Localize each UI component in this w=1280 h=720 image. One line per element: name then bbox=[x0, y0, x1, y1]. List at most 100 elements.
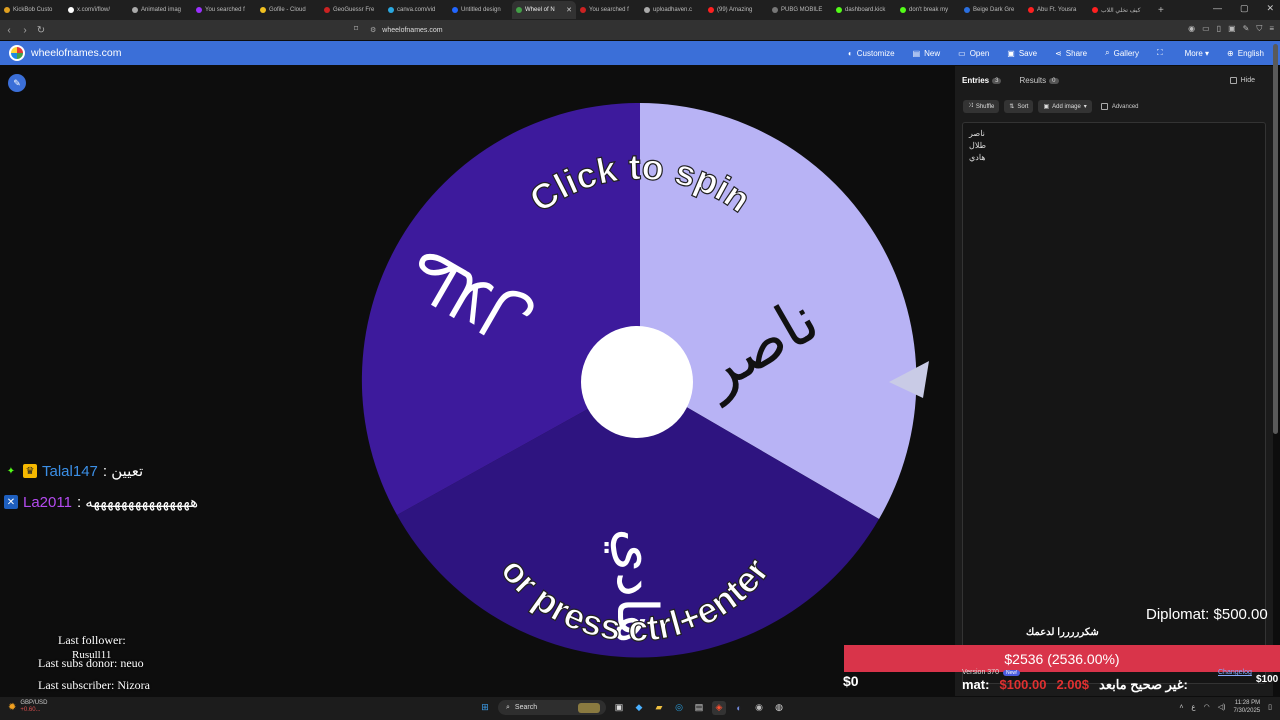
url-field[interactable]: ⚙ wheelofnames.com bbox=[370, 24, 870, 36]
flame-icon: ✹ bbox=[8, 701, 17, 713]
copilot-icon[interactable]: ◆ bbox=[632, 701, 646, 715]
extension-icon[interactable]: ✎ bbox=[1243, 24, 1250, 34]
tab-label: Abu Ft. Yousra bbox=[1037, 7, 1077, 13]
shield-icon[interactable]: ⛉ bbox=[1256, 24, 1262, 34]
menu-save-button[interactable]: ▣ Save bbox=[1007, 49, 1037, 58]
wheel-logo-icon[interactable] bbox=[9, 45, 25, 61]
sort-button[interactable]: ⇅ Sort bbox=[1004, 100, 1034, 113]
shuffle-button[interactable]: ⤨ Shuffle bbox=[963, 100, 1000, 113]
forward-icon[interactable]: › bbox=[18, 25, 32, 36]
advanced-checkbox[interactable]: Advanced bbox=[1100, 103, 1139, 110]
save-icon: ▣ bbox=[1007, 48, 1015, 58]
ticker-text: غير صحيح مابعد: bbox=[1099, 677, 1188, 692]
tab-entries-label: Entries bbox=[962, 76, 990, 85]
extension-icon[interactable]: ◉ bbox=[1188, 24, 1195, 34]
tab-favicon-icon bbox=[196, 7, 202, 13]
edge-icon[interactable]: ◎ bbox=[672, 701, 686, 715]
reload-icon[interactable]: ↻ bbox=[34, 25, 48, 36]
search-icon: ⌕ bbox=[1105, 48, 1110, 57]
pencil-icon: ✎ bbox=[13, 77, 21, 88]
taskbar-search[interactable]: ⌕ Search bbox=[498, 700, 606, 715]
volume-icon[interactable]: ◁) bbox=[1218, 703, 1226, 711]
site-header: wheelofnames.com ◐ Customize ▤ New ▭ Open ▣ Sav… bbox=[0, 41, 1280, 65]
minimize-icon[interactable]: — bbox=[1213, 3, 1222, 14]
sort-label: Sort bbox=[1017, 103, 1029, 110]
menu-new-button[interactable]: ▤ New bbox=[913, 49, 941, 58]
browser-tab[interactable]: dashboard.kick bbox=[832, 1, 896, 19]
site-info-icon[interactable]: ⚙ bbox=[370, 26, 376, 34]
new-badge: New! bbox=[1002, 669, 1021, 676]
obs-icon[interactable]: ◍ bbox=[772, 701, 786, 715]
browser-tab[interactable]: Gofile - Cloud bbox=[256, 1, 320, 19]
browser-tab[interactable]: PUBG MOBILE bbox=[768, 1, 832, 19]
browser-tab[interactable]: canva.com/vid bbox=[384, 1, 448, 19]
widget-ticker[interactable]: ✹ GBP/USD +0.60... bbox=[8, 700, 47, 714]
browser-tab[interactable]: uploadhaven.c bbox=[640, 1, 704, 19]
add-image-button[interactable]: ▣ Add image ▾ bbox=[1038, 100, 1092, 113]
new-tab-icon[interactable]: + bbox=[1158, 5, 1164, 16]
page-scrollbar[interactable] bbox=[1273, 44, 1278, 434]
menu-open-button[interactable]: ▭ Open bbox=[958, 49, 989, 58]
menu-label: Share bbox=[1065, 48, 1088, 58]
windows-start-icon[interactable]: ⊞ bbox=[478, 701, 492, 715]
tab-close-icon[interactable]: ✕ bbox=[566, 6, 572, 14]
browser-tab[interactable]: Untitled design bbox=[448, 1, 512, 19]
system-tray: ˄ ع ◠ ◁) 11:28 PM 7/30/2025 ▯ bbox=[1179, 699, 1272, 715]
wheel[interactable]: ناصر طلال هادي Click to spin or press ct… bbox=[350, 96, 930, 666]
hide-checkbox[interactable]: Hide bbox=[1229, 77, 1255, 84]
tab-results[interactable]: Results 0 bbox=[1019, 76, 1059, 85]
menu-fullscreen-button[interactable]: ⛶ bbox=[1157, 48, 1167, 58]
changelog-link[interactable]: Changelog bbox=[1218, 669, 1252, 676]
browser-tab[interactable]: Animated imag bbox=[128, 1, 192, 19]
tab-favicon-icon bbox=[452, 7, 458, 13]
browser-tab[interactable]: don't break my bbox=[896, 1, 960, 19]
brave-icon[interactable]: ◈ bbox=[712, 700, 726, 715]
close-icon[interactable]: ✕ bbox=[1266, 3, 1274, 14]
menu-english-button[interactable]: ⊕ English bbox=[1227, 49, 1264, 58]
menu-gallery-button[interactable]: ⌕ Gallery bbox=[1105, 48, 1139, 58]
language-icon[interactable]: ع bbox=[1191, 703, 1195, 711]
back-icon[interactable]: ‹ bbox=[2, 25, 16, 36]
wifi-icon[interactable]: ◠ bbox=[1204, 703, 1210, 711]
menu-icon[interactable]: ≡ bbox=[1269, 24, 1274, 34]
shuffle-icon: ⤨ bbox=[968, 103, 973, 109]
tab-favicon-icon bbox=[644, 7, 650, 13]
site-name-link[interactable]: wheelofnames.com bbox=[31, 47, 121, 59]
maximize-icon[interactable]: ▢ bbox=[1240, 3, 1249, 14]
edit-pencil-button[interactable]: ✎ bbox=[8, 74, 26, 92]
subscriber-badge-icon: ✕ bbox=[4, 495, 18, 509]
extension-icon[interactable]: ▣ bbox=[1228, 24, 1236, 34]
browser-tab[interactable]: Beige Dark Gre bbox=[960, 1, 1024, 19]
extension-icon[interactable]: ▭ bbox=[1202, 24, 1210, 34]
entries-textarea[interactable]: ناصر طلال هادي bbox=[962, 122, 1266, 684]
steam-icon[interactable]: ◉ bbox=[752, 701, 766, 715]
browser-tab[interactable]: Wheel of N ✕ bbox=[512, 1, 576, 19]
bookmark-icon[interactable]: ⌑ bbox=[354, 24, 358, 33]
task-view-icon[interactable]: ▣ bbox=[612, 701, 626, 715]
browser-tab-strip: KickBob Custo x.com/i/flow/Animated imag Y… bbox=[0, 0, 1280, 20]
chevron-up-icon[interactable]: ˄ bbox=[1179, 704, 1183, 711]
browser-tab[interactable]: x.com/i/flow/ bbox=[64, 1, 128, 19]
tab-entries[interactable]: Entries 3 bbox=[962, 76, 1002, 85]
notification-icon[interactable]: ▯ bbox=[1268, 703, 1272, 711]
sidebar-icon[interactable]: ▯ bbox=[1217, 24, 1221, 34]
taskbar: ✹ GBP/USD +0.60... ⊞ ⌕ Search ▣ ◆ ▰ ◎ ▤ … bbox=[0, 697, 1280, 720]
tab-label: Wheel of N bbox=[525, 7, 555, 13]
menu-customize-button[interactable]: ◐ Customize bbox=[848, 49, 895, 58]
browser-tab[interactable]: You searched f bbox=[576, 1, 640, 19]
browser-tab[interactable]: GeoGuessr Fre bbox=[320, 1, 384, 19]
header-menu: ◐ Customize ▤ New ▭ Open ▣ Save ⋖ Share ⌕ Gallery ⛶ M… bbox=[848, 41, 1264, 65]
store-icon[interactable]: ▤ bbox=[692, 701, 706, 715]
browser-tab[interactable]: Abu Ft. Yousra bbox=[1024, 1, 1088, 19]
wheel-center[interactable] bbox=[581, 326, 693, 438]
clock[interactable]: 11:28 PM 7/30/2025 bbox=[1233, 699, 1260, 715]
menu-more-button[interactable]: More ▾ bbox=[1185, 49, 1209, 58]
browser-tab[interactable]: KickBob Custo bbox=[0, 1, 64, 19]
file-explorer-icon[interactable]: ▰ bbox=[652, 701, 666, 715]
browser-tab[interactable]: You searched f bbox=[192, 1, 256, 19]
browser-tab[interactable]: (99) Amazing bbox=[704, 1, 768, 19]
tab-favicon-icon bbox=[132, 7, 138, 13]
menu-share-button[interactable]: ⋖ Share bbox=[1055, 49, 1087, 58]
discord-icon[interactable]: ◐ bbox=[732, 701, 746, 715]
browser-tab[interactable]: كيف تخلي اللاب bbox=[1088, 1, 1152, 19]
